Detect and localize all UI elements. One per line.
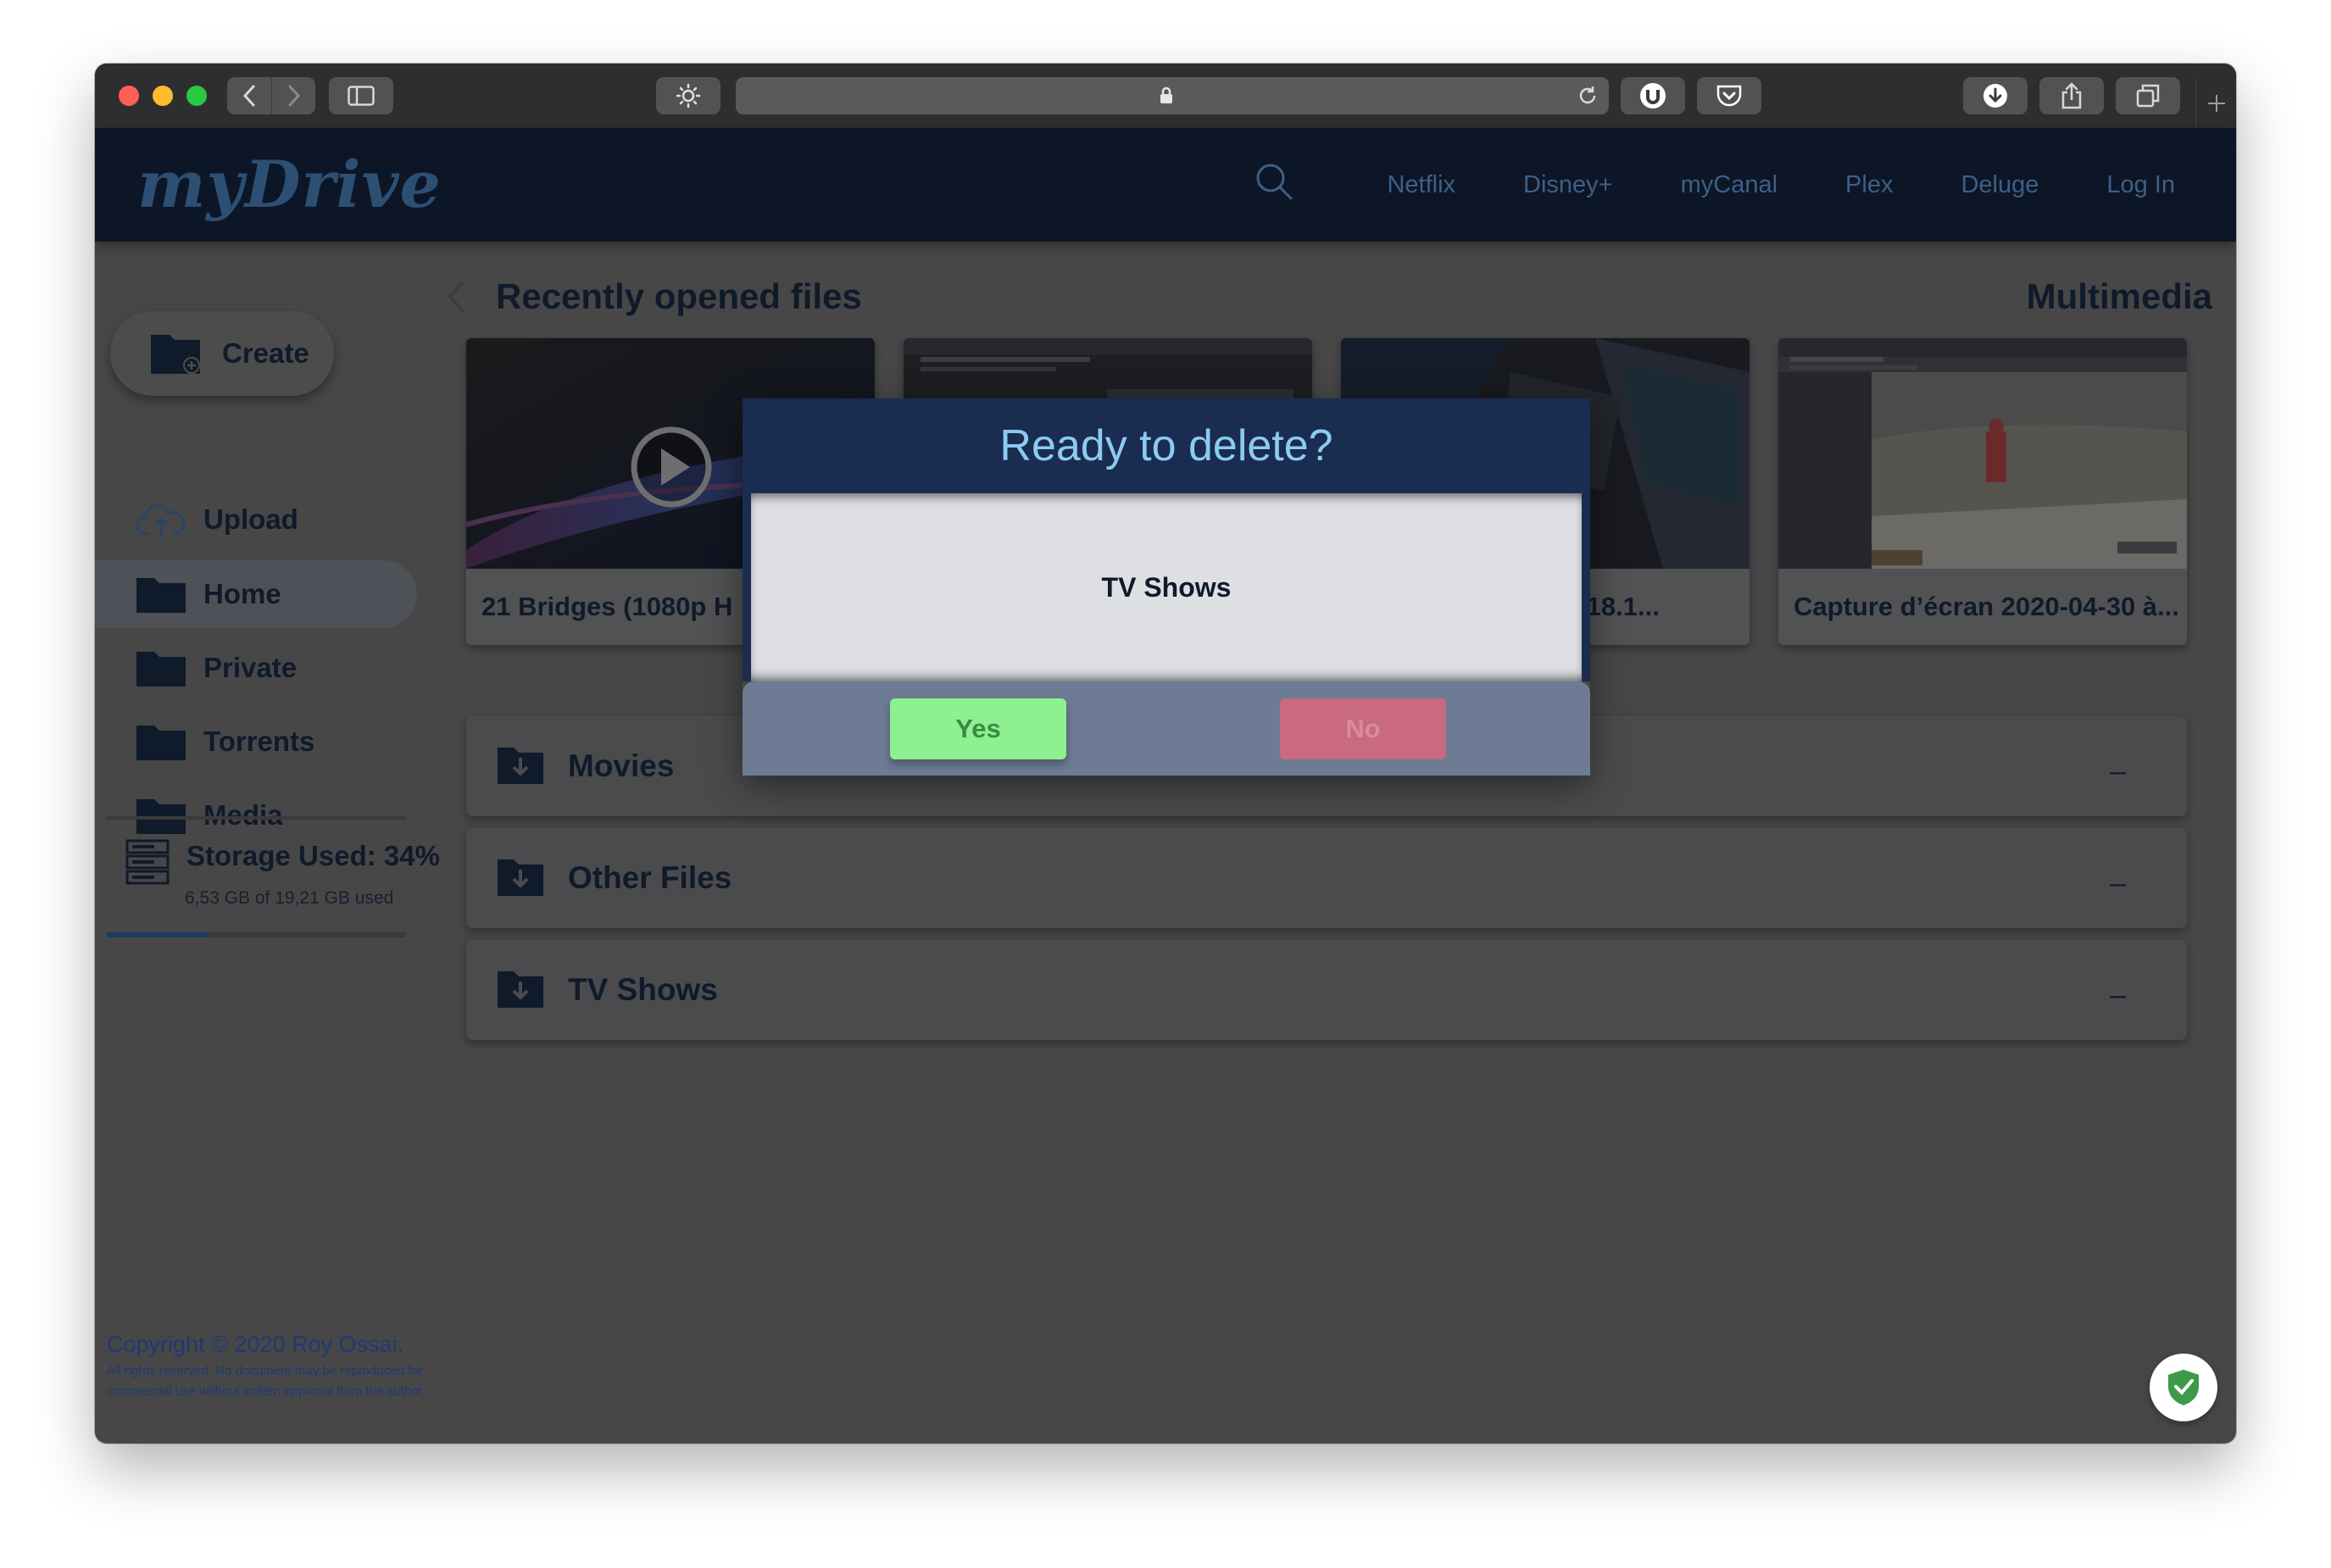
sidebar-item-label: Upload	[203, 503, 298, 535]
pocket-icon	[1716, 85, 1742, 107]
storage-progress-bar	[107, 932, 405, 937]
share-button[interactable]	[2039, 77, 2104, 114]
collapse-toggle[interactable]: –	[2110, 979, 2126, 1012]
storage-progress-fill	[107, 932, 209, 937]
download-icon	[1983, 84, 2007, 108]
browser-toolbar	[95, 64, 2236, 128]
modal-item-box: TV Shows	[751, 493, 1582, 681]
share-icon	[2061, 82, 2082, 109]
storage-used-subtitle: 6,53 GB of 19,21 GB used	[185, 888, 394, 908]
brightness-icon	[676, 83, 701, 108]
recent-files-title: Recently opened files	[496, 276, 862, 316]
play-icon[interactable]	[629, 425, 714, 509]
folder-name: Other Files	[568, 860, 732, 895]
sidebar-divider	[107, 816, 405, 820]
folder-name: Movies	[568, 748, 675, 783]
item-to-delete: TV Shows	[1101, 571, 1232, 603]
nav-link-login[interactable]: Log In	[2106, 171, 2175, 199]
security-badge[interactable]	[2150, 1354, 2217, 1421]
plus-icon	[2207, 95, 2225, 112]
server-storage-icon	[125, 839, 170, 885]
modal-body: TV Shows	[743, 493, 1590, 681]
new-tab-button[interactable]	[2195, 79, 2236, 128]
history-nav-group	[227, 77, 315, 114]
folder-row-tv-shows[interactable]: TV Shows –	[466, 940, 2187, 1040]
nav-link-disney[interactable]: Disney+	[1523, 171, 1613, 199]
zoom-window-button[interactable]	[186, 86, 207, 106]
site-logo[interactable]: myDrive	[137, 147, 442, 222]
folder-icon	[136, 648, 186, 687]
chevron-left-icon[interactable]	[447, 280, 465, 314]
nav-link-plex[interactable]: Plex	[1845, 171, 1893, 199]
shield-check-icon	[2168, 1370, 2199, 1405]
cloud-upload-icon	[136, 500, 186, 539]
sidebar-item-torrents[interactable]: Torrents	[95, 708, 417, 776]
folder-download-icon	[497, 744, 544, 789]
collapse-toggle[interactable]: –	[2110, 867, 2126, 900]
sidebar-item-upload[interactable]: Upload	[95, 486, 417, 553]
confirm-no-button[interactable]: No	[1280, 698, 1446, 759]
folder-row-other-files[interactable]: Other Files –	[466, 828, 2187, 928]
address-bar[interactable]	[736, 77, 1609, 114]
back-button[interactable]	[227, 77, 271, 114]
folder-icon	[136, 575, 186, 614]
create-button[interactable]: Create	[110, 311, 334, 396]
appearance-button[interactable]	[656, 77, 720, 114]
sidebar-item-label: Private	[203, 652, 298, 683]
sidebar-item-label: Torrents	[203, 726, 315, 757]
create-button-label: Create	[222, 337, 309, 369]
pocket-extension-button[interactable]	[1697, 77, 1761, 114]
site-header: myDrive Netflix Disney+ myCanal Plex Del…	[95, 128, 2236, 242]
ublock-icon	[1640, 83, 1666, 108]
rights-notice: All rights reserved. No document may be …	[107, 1364, 426, 1398]
collapse-toggle[interactable]: –	[2110, 755, 2126, 788]
modal-header: Ready to delete?	[743, 398, 1590, 493]
forward-button[interactable]	[271, 77, 315, 114]
folder-download-icon	[497, 856, 544, 901]
downloads-button[interactable]	[1963, 77, 2028, 114]
sidebar-item-private[interactable]: Private	[95, 634, 417, 702]
file-name: Capture d’écran 2020-04-30 à...	[1794, 592, 2179, 621]
sidebar-item-home[interactable]: Home	[95, 560, 417, 628]
folder-icon	[136, 796, 186, 835]
lock-icon	[1160, 86, 1172, 103]
sidebar-item-label: Home	[203, 578, 281, 609]
image-thumbnail	[1778, 338, 2187, 569]
top-navigation: Netflix Disney+ myCanal Plex Deluge Log …	[1387, 128, 2175, 242]
sidebar-icon	[348, 86, 375, 106]
nav-link-mycanal[interactable]: myCanal	[1681, 171, 1777, 199]
copyright-line: Copyright © 2020 Roy Ossai.	[107, 1332, 404, 1357]
browser-window: myDrive Netflix Disney+ myCanal Plex Del…	[95, 64, 2236, 1443]
reload-icon[interactable]	[1577, 85, 1599, 107]
modal-footer: Yes No	[743, 681, 1590, 776]
storage-used-title: Storage Used: 34%	[186, 840, 440, 871]
delete-confirm-modal: Ready to delete? TV Shows Yes No	[743, 398, 1590, 776]
copyright-notice: Copyright © 2020 Roy Ossai. All rights r…	[107, 1332, 429, 1402]
back-icon	[242, 85, 255, 107]
recent-file-card[interactable]: Capture d’écran 2020-04-30 à...	[1778, 338, 2187, 645]
close-window-button[interactable]	[119, 86, 139, 106]
sidebar-toggle-button[interactable]	[329, 77, 393, 114]
forward-icon	[288, 85, 300, 107]
folder-download-icon	[497, 968, 544, 1013]
folder-icon	[136, 722, 186, 761]
multimedia-title[interactable]: Multimedia	[2027, 276, 2212, 317]
tabs-icon	[2136, 84, 2160, 108]
ublock-extension-button[interactable]	[1621, 77, 1685, 114]
tab-overview-button[interactable]	[2116, 77, 2180, 114]
create-folder-icon	[149, 328, 203, 380]
confirm-yes-button[interactable]: Yes	[890, 698, 1066, 759]
sidebar-item-label: Media	[203, 799, 283, 831]
nav-link-netflix[interactable]: Netflix	[1387, 171, 1455, 199]
nav-link-deluge[interactable]: Deluge	[1961, 171, 2039, 199]
folder-name: TV Shows	[568, 972, 718, 1007]
modal-title: Ready to delete?	[999, 421, 1333, 470]
search-icon[interactable]	[1255, 162, 1293, 201]
minimize-window-button[interactable]	[153, 86, 173, 106]
